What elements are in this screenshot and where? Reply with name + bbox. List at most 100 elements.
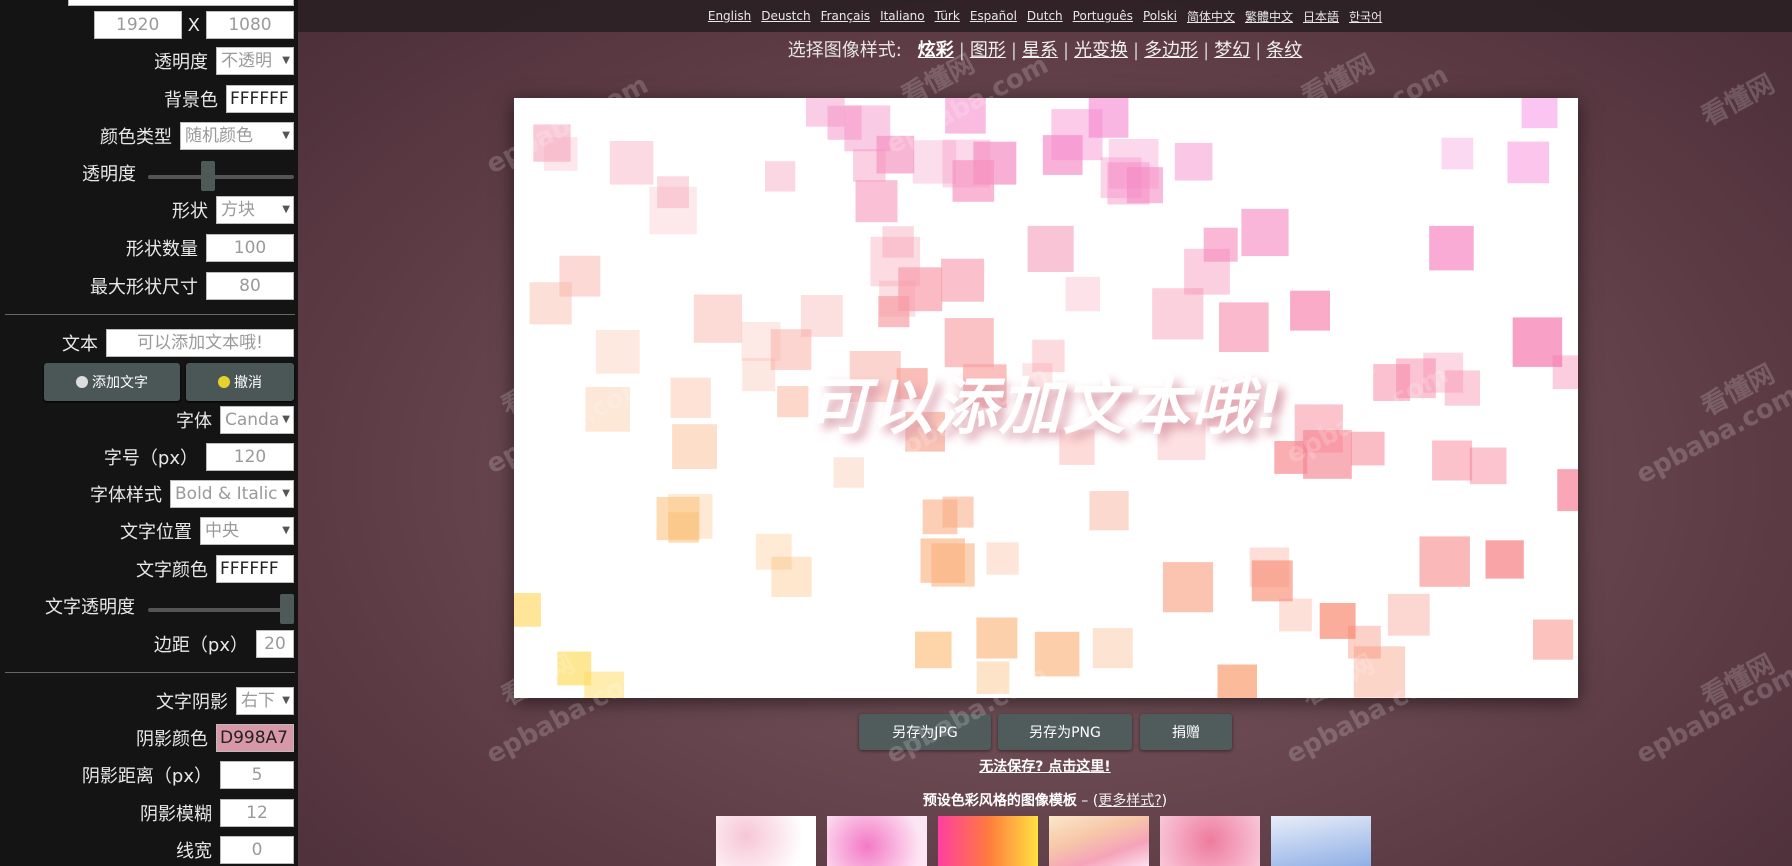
shadow-color-input[interactable]: D998A7 (216, 724, 294, 752)
style-option[interactable]: 多边形 (1144, 40, 1198, 61)
language-link[interactable]: Français (821, 9, 870, 23)
style-option[interactable]: 图形 (970, 40, 1006, 61)
shape-opacity-track[interactable] (148, 175, 294, 179)
font-size-row: 字号（px） 120 (0, 442, 298, 472)
language-link[interactable]: 简体中文 (1187, 8, 1235, 25)
shadow-dist-input[interactable]: 5 (220, 761, 294, 789)
undo-label: 撤消 (234, 375, 262, 391)
preset-thumb-4[interactable] (1049, 816, 1149, 866)
language-link[interactable]: Português (1073, 9, 1133, 23)
bg-color-input[interactable]: FFFFFF (226, 85, 294, 113)
shape-square (657, 176, 689, 209)
shape-square (1241, 208, 1289, 257)
style-separator: | (1133, 40, 1140, 61)
font-row: 字体 Canda ▼ (0, 405, 298, 435)
shape-square (1065, 276, 1100, 312)
shape-square (844, 105, 891, 152)
text-opacity-handle[interactable] (280, 594, 294, 624)
shape-square (806, 98, 845, 127)
preset-thumb-1[interactable] (716, 816, 816, 866)
style-separator: | (958, 40, 965, 61)
language-link[interactable]: Español (970, 9, 1017, 23)
language-link[interactable]: 日本語 (1303, 8, 1339, 25)
settings-sidebar: 1920 X 1080 透明度 不透明 ▼ 背景色 FFFFFF 颜色类型 随机颜… (0, 0, 298, 866)
undo-icon (218, 376, 230, 388)
language-link[interactable]: Dutch (1027, 9, 1063, 23)
save-png-button[interactable]: 另存为PNG (998, 714, 1132, 750)
presets-close: ) (1161, 793, 1168, 809)
shape-square (1521, 98, 1558, 129)
text-color-input[interactable]: FFFFFF (216, 555, 294, 583)
color-type-select[interactable]: 随机颜色 ▼ (180, 122, 294, 150)
language-link[interactable]: Italiano (880, 9, 925, 23)
preset-thumb-3[interactable] (938, 816, 1038, 866)
preset-size-select[interactable] (68, 0, 294, 6)
style-option[interactable]: 炫彩 (918, 40, 954, 61)
add-text-button[interactable]: 添加文字 (44, 363, 180, 401)
text-pos-value: 中央 (205, 521, 239, 541)
margin-input[interactable]: 20 (256, 630, 294, 658)
text-color-label: 文字颜色 (136, 560, 208, 581)
text-pos-select[interactable]: 中央 ▼ (200, 517, 294, 545)
add-text-icon (76, 376, 88, 388)
font-style-select[interactable]: Bold & Italic ▼ (170, 480, 294, 508)
language-link[interactable]: 한국어 (1349, 8, 1382, 25)
language-link[interactable]: English (708, 9, 751, 23)
shape-square (1217, 664, 1257, 698)
max-size-input[interactable]: 80 (206, 272, 294, 300)
watermark: epbaba.com (1631, 659, 1792, 771)
donate-button[interactable]: 捐赠 (1140, 714, 1232, 750)
opacity-select[interactable]: 不透明 ▼ (216, 47, 294, 75)
save-jpg-button[interactable]: 另存为JPG (859, 714, 991, 750)
preset-thumb-6[interactable] (1271, 816, 1371, 866)
language-link[interactable]: Deustch (761, 9, 810, 23)
style-option[interactable]: 条纹 (1266, 40, 1302, 61)
presets-heading: 预设色彩风格的图像模板 – (更多样式?) (298, 790, 1792, 810)
preset-thumb-5[interactable] (1160, 816, 1260, 866)
shape-square (800, 295, 843, 337)
shape-select[interactable]: 方块 ▼ (216, 196, 294, 224)
shape-square (559, 255, 601, 297)
image-canvas[interactable]: 可以添加文本哦! (514, 98, 1578, 698)
shape-square (1092, 628, 1133, 669)
style-list: 炫彩 | 图形 | 星系 | 光变换 | 多边形 | 梦幻 | 条纹 (918, 36, 1302, 62)
chevron-down-icon: ▼ (282, 488, 290, 499)
font-size-input[interactable]: 120 (206, 443, 294, 471)
shape-opacity-handle[interactable] (200, 161, 215, 191)
font-label: 字体 (176, 411, 212, 432)
line-width-label: 线宽 (176, 841, 212, 862)
shape-square (1557, 469, 1578, 512)
style-separator: | (1062, 40, 1070, 61)
shape-square (1429, 225, 1474, 271)
style-separator: | (1010, 40, 1017, 61)
text-input[interactable]: 可以添加文本哦! (106, 329, 294, 357)
style-option[interactable]: 星系 (1022, 40, 1058, 61)
language-link[interactable]: Polski (1143, 9, 1177, 23)
shape-square (941, 258, 985, 302)
shape-opacity-row: 透明度 (0, 158, 298, 188)
preset-thumb-2[interactable] (827, 816, 927, 866)
style-option[interactable]: 梦幻 (1214, 40, 1250, 61)
watermark: 看懂网 (1696, 359, 1780, 423)
shape-square (584, 671, 624, 698)
undo-button[interactable]: 撤消 (186, 363, 294, 401)
shadow-select[interactable]: 右下 ▼ (236, 687, 294, 715)
shape-square (693, 294, 743, 343)
text-opacity-track[interactable] (148, 608, 294, 612)
language-link[interactable]: Türk (935, 9, 960, 23)
height-input[interactable]: 1080 (206, 11, 294, 39)
margin-row: 边距（px） 20 (0, 629, 298, 659)
language-link[interactable]: 繁體中文 (1245, 8, 1293, 25)
style-option[interactable]: 光变换 (1074, 40, 1128, 61)
cant-save-link[interactable]: 无法保存? 点击这里! (298, 756, 1792, 776)
line-width-input[interactable]: 0 (220, 836, 294, 864)
more-styles-link[interactable]: 更多样式? (1098, 793, 1161, 809)
font-select[interactable]: Canda ▼ (220, 406, 294, 434)
width-input[interactable]: 1920 (93, 11, 182, 39)
shadow-blur-input[interactable]: 12 (220, 799, 294, 827)
shape-square (976, 661, 1010, 695)
shape-square (1162, 562, 1214, 613)
shape-count-input[interactable]: 100 (206, 234, 294, 262)
style-separator: | (1203, 40, 1210, 61)
shape-square (945, 98, 986, 134)
